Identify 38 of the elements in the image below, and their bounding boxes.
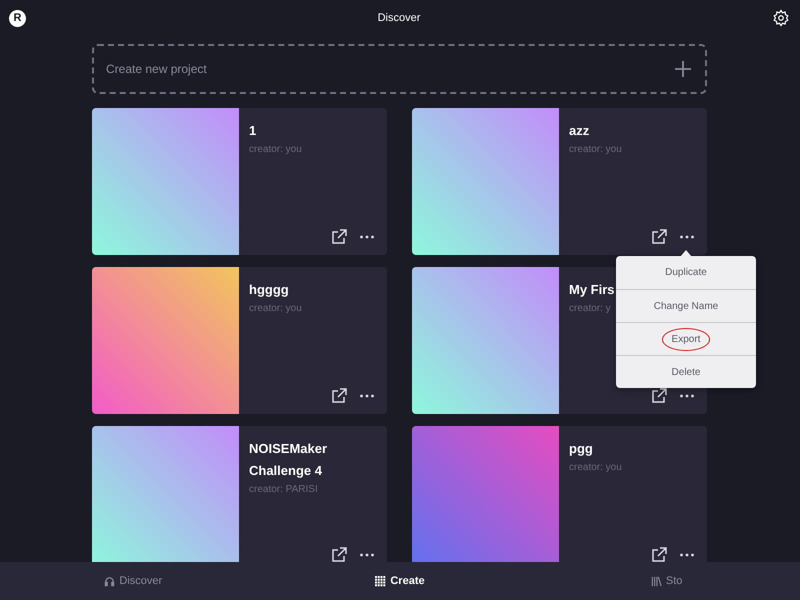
- project-title: pgg: [569, 440, 594, 458]
- project-creator: creator: you: [249, 144, 302, 155]
- project-card[interactable]: 1 creator: you: [92, 108, 387, 255]
- library-icon: [650, 576, 662, 586]
- project-creator: creator: PARISI: [249, 484, 318, 495]
- menu-item[interactable]: Export: [616, 322, 756, 355]
- menu-item[interactable]: Change Name: [616, 289, 756, 322]
- project-title: hgggg: [249, 281, 290, 299]
- project-creator: creator: you: [569, 462, 622, 473]
- project-creator: creator: y: [569, 303, 611, 314]
- project-creator: creator: you: [569, 144, 622, 155]
- create-project-button[interactable]: Create new project: [92, 44, 707, 94]
- create-project-label: Create new project: [106, 62, 207, 76]
- project-creator: creator: you: [249, 303, 302, 314]
- project-title: NOISEMaker Challenge 4: [249, 440, 328, 480]
- share-icon[interactable]: [651, 547, 667, 562]
- share-icon[interactable]: [651, 229, 667, 245]
- headphones-icon: [104, 576, 116, 586]
- share-icon[interactable]: [331, 547, 347, 562]
- project-card[interactable]: NOISEMaker Challenge 4 creator: PARISI: [92, 426, 387, 562]
- project-card[interactable]: pgg creator: you: [412, 426, 707, 562]
- project-title: 1: [249, 122, 258, 140]
- tab-button[interactable]: Discover: [0, 562, 267, 600]
- share-icon[interactable]: [651, 388, 667, 404]
- plus-icon: [675, 61, 691, 77]
- share-icon[interactable]: [331, 388, 347, 404]
- project-title: My Firs: [569, 281, 616, 299]
- settings-icon[interactable]: [772, 9, 790, 27]
- tab-button[interactable]: Sto: [533, 562, 800, 600]
- tab-button[interactable]: Create: [266, 562, 534, 600]
- share-icon[interactable]: [331, 229, 347, 245]
- grid-icon: [375, 576, 386, 586]
- page-title: Discover: [378, 12, 420, 24]
- menu-item[interactable]: Delete: [616, 355, 756, 388]
- project-card[interactable]: hgggg creator: you: [92, 267, 387, 414]
- app-logo[interactable]: R: [9, 10, 26, 26]
- project-card[interactable]: azz creator: you: [412, 108, 707, 255]
- project-title: azz: [569, 122, 590, 140]
